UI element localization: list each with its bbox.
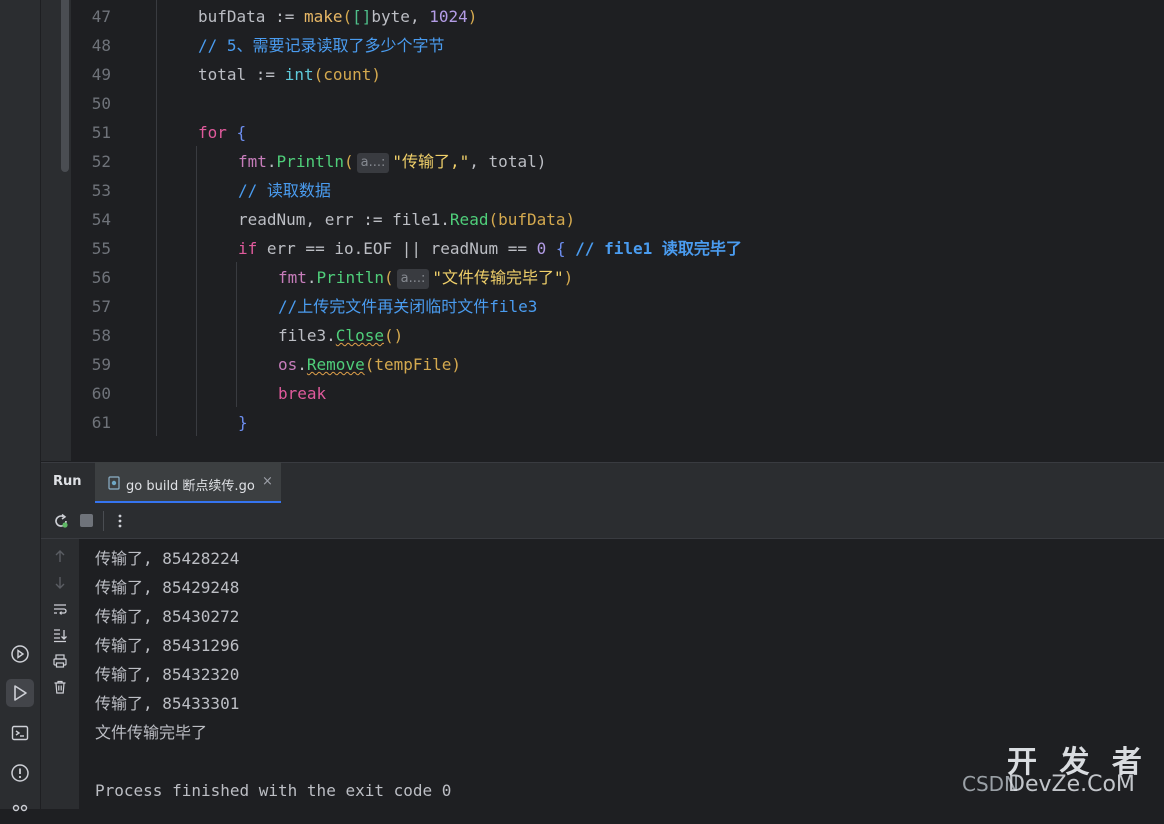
go-file-icon [108,475,122,495]
code-line-48[interactable]: // 5、需要记录读取了多少个字节 [198,31,445,60]
indent-guide [196,146,197,436]
line-number: 47 [91,7,111,26]
line-number: 55 [91,239,111,258]
rerun-icon[interactable] [52,512,70,534]
console-output[interactable] [79,539,1164,809]
services-icon[interactable] [6,640,34,668]
line-number: 54 [91,210,111,229]
code-line-54[interactable]: readNum, err := file1.Read(bufData) [238,205,575,234]
git-icon[interactable] [6,796,34,824]
line-number: 51 [91,123,111,142]
param-hint: a...: [356,153,390,173]
code-line-58[interactable]: file3.Close() [278,321,403,350]
scroll-down-icon[interactable] [53,575,67,595]
code-line-49[interactable]: total := int(count) [198,60,381,89]
line-number: 50 [91,94,111,113]
more-options-icon[interactable] [113,512,127,534]
clear-all-icon[interactable] [52,679,68,699]
line-number: 57 [91,297,111,316]
run-icon[interactable] [6,679,34,707]
console-line: 传输了, 85429248 [95,578,240,597]
print-icon[interactable] [52,653,68,673]
line-number: 52 [91,152,111,171]
line-number: 59 [91,355,111,374]
code-line-56[interactable]: fmt.Println(a...: "文件传输完毕了") [278,263,573,292]
console-process-finished: Process finished with the exit code 0 [95,781,452,800]
console-line: 传输了, 85428224 [95,549,240,568]
line-number: 61 [91,413,111,432]
code-line-55[interactable]: if err == io.EOF || readNum == 0 { // fi… [238,234,742,263]
editor-scrollbar[interactable] [61,0,69,172]
code-line-53[interactable]: // 读取数据 [238,176,331,205]
code-line-60[interactable]: break [278,379,326,408]
watermark-domain: DevZe.CoM [1008,772,1135,797]
run-tab-label[interactable]: go build 断点续传.go [126,475,255,494]
line-number: 53 [91,181,111,200]
run-panel-title[interactable]: Run [53,474,82,489]
line-number: 49 [91,65,111,84]
run-toolbar [41,504,1164,539]
indent-guide [236,262,237,407]
scroll-up-icon[interactable] [53,548,67,568]
code-line-57[interactable]: //上传完文件再关闭临时文件file3 [278,292,537,321]
code-line-61[interactable]: } [238,408,248,437]
scroll-to-end-icon[interactable] [52,627,68,647]
stop-icon[interactable] [80,514,93,527]
line-number: 58 [91,326,111,345]
console-line: 传输了, 85430272 [95,607,240,626]
soft-wrap-icon[interactable] [52,601,68,621]
console-line: 传输了, 85433301 [95,694,240,713]
close-icon[interactable]: × [262,474,273,489]
console-line: 传输了, 85432320 [95,665,240,684]
indent-guide [156,0,157,436]
code-line-47[interactable]: bufData := make([]byte, 1024) [198,2,477,31]
param-hint: a...: [396,269,430,289]
toolbar-divider [103,511,104,531]
console-line: 文件传输完毕了 [95,723,208,742]
line-number: 60 [91,384,111,403]
code-line-52[interactable]: fmt.Println(a...: "传输了,", total) [238,147,546,176]
problems-icon[interactable] [6,759,34,787]
terminal-icon[interactable] [6,719,34,747]
code-line-59[interactable]: os.Remove(tempFile) [278,350,461,379]
code-line-51[interactable]: for { [198,118,246,147]
line-number: 48 [91,36,111,55]
console-line: 传输了, 85431296 [95,636,240,655]
line-number: 56 [91,268,111,287]
